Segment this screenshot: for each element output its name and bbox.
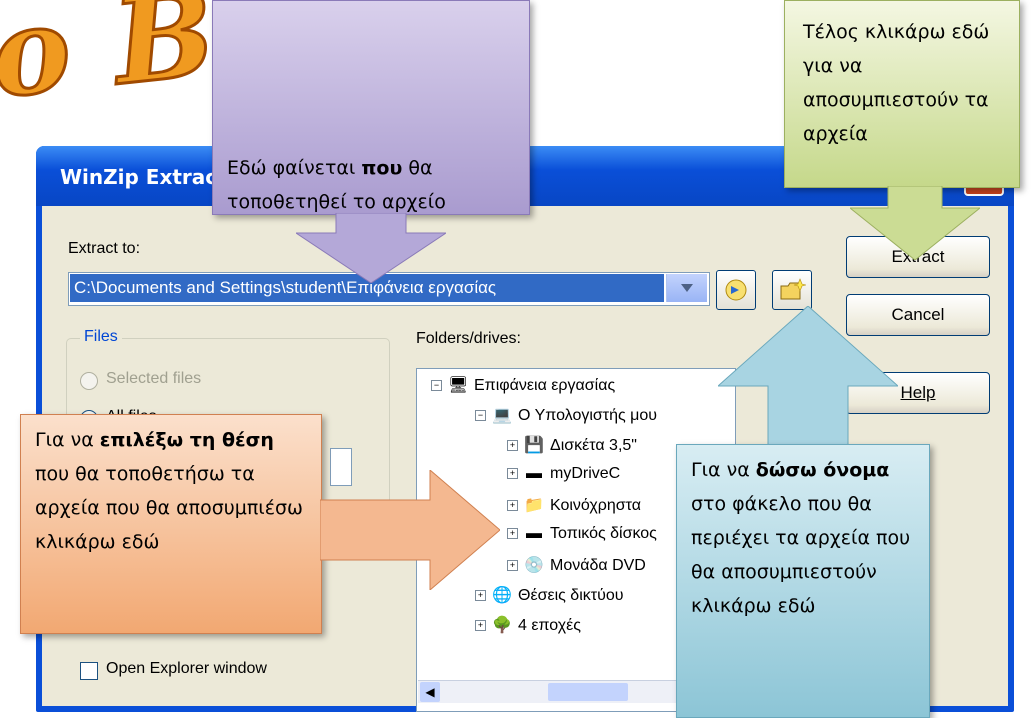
expand-icon[interactable]: + [507, 468, 518, 480]
tree-item[interactable]: + 🌳 4 εποχές [475, 615, 581, 635]
tree-item[interactable]: + 💾 Δισκέτα 3,5" [507, 435, 637, 455]
help-label: Help [900, 383, 936, 402]
folders-drives-label: Folders/drives: [416, 330, 521, 347]
recent-folders-button[interactable] [716, 270, 756, 310]
extract-to-label: Extract to: [68, 240, 141, 257]
recent-arrow-icon [725, 279, 747, 301]
scroll-left-icon[interactable]: ◀ [420, 682, 440, 702]
callout-arrow-down-icon [296, 213, 446, 283]
tree-item[interactable]: − 🖥 Επιφάνεια εργασίας [431, 375, 615, 395]
callout-bold: επιλέξω τη θέση [99, 429, 274, 451]
expand-icon[interactable]: + [475, 620, 486, 632]
drive-icon: ▬ [526, 465, 542, 482]
tree-item-label: Δισκέτα 3,5" [550, 437, 637, 454]
tree-item[interactable]: − 💻 Ο Υπολογιστής μου [475, 405, 657, 425]
tree-item[interactable]: + ▬ myDriveC [507, 465, 620, 483]
callout-extract-info: Τέλος κλικάρω εδώ για να αποσυμπιεστούν … [784, 0, 1020, 188]
tree-item-label: Κοινόχρηστα [550, 497, 642, 514]
computer-icon: 💻 [492, 407, 512, 424]
expand-icon[interactable]: + [507, 528, 518, 540]
callout-bold: δώσω όνομα [755, 459, 890, 481]
tree-item-label: Ο Υπολογιστής μου [518, 407, 658, 424]
tree-item-label: myDriveC [550, 465, 621, 482]
tree-item-label: Επιφάνεια εργασίας [474, 377, 616, 394]
tree-item[interactable]: + ▬ Τοπικός δίσκος [507, 525, 657, 543]
scroll-thumb[interactable] [548, 683, 628, 701]
callout-text: Για να [691, 459, 756, 481]
callout-arrow-right-icon [320, 470, 500, 590]
tree-item[interactable]: + 💿 Μονάδα DVD [507, 555, 646, 575]
callout-bold: που [361, 157, 403, 179]
callout-text: Τέλος κλικάρω εδώ για να αποσυμπιεστούν … [803, 21, 990, 145]
callout-text: που θα τοποθετήσω τα αρχεία που θα αποσυ… [35, 463, 303, 553]
expand-icon[interactable]: + [507, 440, 518, 452]
expand-icon[interactable]: + [475, 590, 486, 602]
files-group-caption: Files [80, 328, 122, 346]
new-folder-icon [780, 278, 807, 300]
collapse-icon[interactable]: − [475, 410, 486, 422]
selected-files-label: Selected files [106, 370, 202, 387]
selected-files-radio[interactable] [80, 372, 98, 390]
desktop-icon: 🖥 [448, 377, 469, 394]
callout-arrow-up-icon [718, 306, 898, 446]
drive-icon: ▬ [526, 525, 542, 542]
cd-icon: 💿 [524, 557, 544, 574]
tree-item-label: 4 εποχές [518, 617, 581, 634]
expand-icon[interactable]: + [507, 560, 518, 572]
tree-item-label: Θέσεις δικτύου [518, 587, 624, 604]
expand-icon[interactable]: + [507, 500, 518, 512]
callout-text: στο φάκελο που θα περιέχει τα αρχεία που… [691, 493, 911, 617]
chevron-down-icon[interactable] [666, 274, 707, 302]
tree-item[interactable]: + 📁 Κοινόχρηστα [507, 495, 641, 515]
tree-item-label: Μονάδα DVD [550, 557, 646, 574]
window-title: WinZip Extract [60, 165, 227, 189]
callout-text: Για να [35, 429, 100, 451]
callout-path-info: Εδώ φαίνεται που θα τοποθετηθεί το αρχεί… [212, 0, 530, 215]
open-explorer-checkbox[interactable] [80, 662, 98, 680]
collapse-icon[interactable]: − [431, 380, 442, 392]
open-explorer-label: Open Explorer window [106, 660, 267, 677]
folder-icon: 📁 [524, 497, 544, 514]
callout-new-folder-info: Για να δώσω όνομα στο φάκελο που θα περι… [676, 444, 930, 718]
tree-icon: 🌳 [492, 617, 512, 634]
floppy-icon: 💾 [524, 437, 544, 454]
callout-text: Εδώ φαίνεται [227, 157, 362, 179]
callout-arrow-down-icon [850, 186, 980, 260]
new-folder-button[interactable] [772, 270, 812, 310]
tree-item-label: Τοπικός δίσκος [550, 525, 657, 542]
callout-location-info: Για να επιλέξω τη θέση που θα τοποθετήσω… [20, 414, 322, 634]
